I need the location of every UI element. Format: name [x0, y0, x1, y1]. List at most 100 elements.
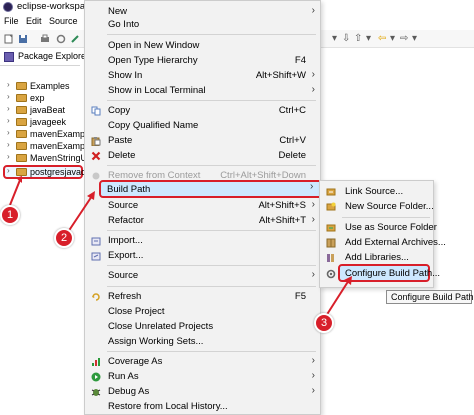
- tree-item[interactable]: › exp: [0, 92, 80, 104]
- pin-icon[interactable]: ▾: [332, 33, 337, 45]
- menu-item-delete[interactable]: Delete Delete: [85, 148, 320, 164]
- expand-icon[interactable]: ›: [7, 104, 10, 113]
- menu-item-run-as[interactable]: Run As ›: [85, 369, 320, 385]
- package-explorer-tab[interactable]: Package Explorer: [0, 48, 89, 66]
- menu-item-build-path[interactable]: Build Path: [99, 180, 329, 198]
- menu-item-copy[interactable]: Copy Ctrl+C: [85, 103, 320, 119]
- tree-item[interactable]: › mavenExample: [0, 140, 92, 152]
- menu-item-import[interactable]: Import...: [85, 233, 320, 249]
- project-icon: [16, 130, 27, 138]
- menu-item-label: Assign Working Sets...: [108, 336, 204, 347]
- menu-item-label: Build Path: [107, 184, 151, 195]
- project-icon: [16, 118, 27, 126]
- tree-item[interactable]: › MavenStringUt: [0, 152, 90, 164]
- menu-item-show-in-local-terminal[interactable]: Show in Local Terminal ›: [85, 83, 320, 99]
- editor-toolbar: ▾ ⇩ ⇧ ▾ ⇦ ▾ ⇨ ▾: [330, 30, 474, 48]
- new-icon[interactable]: [4, 34, 14, 44]
- menu-item-label: Source: [108, 200, 139, 211]
- menu-separator: [107, 165, 316, 166]
- menu-separator: [107, 34, 316, 35]
- menu-item-paste[interactable]: Paste Ctrl+V: [85, 133, 320, 149]
- menu-item-refactor[interactable]: Refactor Alt+Shift+T ›: [85, 213, 320, 229]
- menu-item-close-unrelated-projects[interactable]: Close Unrelated Projects: [85, 319, 320, 335]
- expand-icon[interactable]: ›: [7, 166, 10, 175]
- menu-source[interactable]: Source: [49, 16, 78, 26]
- external-archive-icon: [326, 238, 336, 248]
- tree-item[interactable]: › mavenExample: [0, 128, 92, 140]
- menu-item-assign-working-sets[interactable]: Assign Working Sets...: [85, 334, 320, 350]
- menu-item-debug-as[interactable]: Debug As ›: [85, 384, 320, 400]
- tree-item-selected[interactable]: › postgresjavaco: [0, 166, 91, 178]
- expand-icon[interactable]: ›: [7, 80, 10, 89]
- menu-item-coverage-as[interactable]: Coverage As ›: [85, 354, 320, 370]
- next-annotation-icon[interactable]: ⇩: [342, 33, 350, 45]
- submenu-item-add-external-archives[interactable]: Add External Archives...: [320, 235, 446, 251]
- save-icon[interactable]: [18, 34, 28, 44]
- project-icon: [16, 94, 27, 102]
- menu-edit[interactable]: Edit: [26, 16, 42, 26]
- editor-area: [321, 48, 474, 180]
- tree-item-label: postgresjavaco: [30, 167, 91, 177]
- menu-item-export[interactable]: Export...: [85, 248, 320, 264]
- submenu-item-new-source-folder[interactable]: New Source Folder...: [320, 199, 434, 215]
- tool-icon[interactable]: [70, 34, 80, 44]
- menu-file[interactable]: File: [4, 16, 19, 26]
- submenu-arrow-icon: ›: [311, 269, 315, 280]
- tree-item[interactable]: › javageek: [0, 116, 80, 128]
- submenu-item-label: Use as Source Folder: [345, 222, 437, 233]
- menu-item-label: Source: [108, 270, 139, 281]
- print-icon[interactable]: [40, 34, 50, 44]
- menu-item-source-2[interactable]: Source ›: [85, 268, 320, 284]
- expand-icon[interactable]: ›: [7, 116, 10, 125]
- settings-icon[interactable]: [56, 34, 66, 44]
- library-icon: [327, 254, 334, 262]
- tree-item-label: MavenStringUt: [30, 153, 90, 163]
- menu-item-restore-from-local-history[interactable]: Restore from Local History...: [85, 399, 320, 415]
- menu-item-open-in-new-window[interactable]: Open in New Window: [85, 38, 320, 54]
- menu-item-close-project[interactable]: Close Project: [85, 304, 320, 320]
- prev-annotation-icon[interactable]: ⇧: [354, 33, 362, 45]
- back-icon[interactable]: ⇦: [378, 33, 386, 45]
- menu-item-open-type-hierarchy[interactable]: Open Type Hierarchy F4: [85, 53, 320, 69]
- expand-icon[interactable]: ›: [7, 152, 10, 161]
- back-dropdown-icon[interactable]: ▾: [390, 33, 395, 45]
- expand-icon[interactable]: ›: [7, 128, 10, 137]
- menu-item-show-in[interactable]: Show In Alt+Shift+W ›: [85, 68, 320, 84]
- tree-item[interactable]: › Examples: [0, 80, 80, 92]
- annotation-dropdown-icon[interactable]: ▾: [366, 33, 371, 45]
- copy-icon: [91, 106, 101, 116]
- eclipse-icon: [3, 2, 13, 12]
- tree-item-label: javaBeat: [30, 105, 66, 115]
- source-folder-icon: [326, 224, 336, 232]
- submenu-arrow-icon: ›: [311, 5, 315, 16]
- debug-icon: [91, 389, 101, 396]
- submenu-arrow-icon: ›: [311, 355, 315, 366]
- tree-item[interactable]: › javaBeat: [0, 104, 80, 116]
- expand-icon[interactable]: ›: [7, 92, 10, 101]
- menu-shortcut: Alt+Shift+T: [259, 215, 306, 226]
- menu-separator: [107, 100, 316, 101]
- menu-item-label: Paste: [108, 135, 133, 146]
- menu-item-copy-qualified-name[interactable]: Copy Qualified Name: [85, 118, 320, 134]
- submenu-arrow-icon: ›: [311, 69, 315, 80]
- forward-icon[interactable]: ⇨: [400, 33, 408, 45]
- project-icon: [16, 142, 27, 150]
- submenu-item-configure-build-path[interactable]: Configure Build Path...: [326, 264, 440, 282]
- import-icon: [91, 237, 101, 246]
- expand-icon[interactable]: ›: [7, 140, 10, 149]
- submenu-arrow-icon: ›: [311, 199, 315, 210]
- menu-item-source[interactable]: Source Alt+Shift+S ›: [85, 198, 320, 214]
- tree-item-label: mavenExample: [30, 129, 93, 139]
- submenu-arrow-icon: ›: [311, 84, 315, 95]
- step-badge-2: 2: [54, 228, 74, 248]
- menu-item-go-into[interactable]: Go Into: [85, 17, 320, 33]
- submenu-item-use-as-source-folder[interactable]: Use as Source Folder: [320, 220, 437, 236]
- menu-item-label: Restore from Local History...: [108, 401, 228, 412]
- submenu-item-link-source[interactable]: Link Source...: [320, 184, 433, 200]
- forward-dropdown-icon[interactable]: ▾: [412, 33, 417, 45]
- menu-item-label: Show in Local Terminal: [108, 85, 206, 96]
- menu-item-label: Open Type Hierarchy: [108, 55, 198, 66]
- menu-item-refresh[interactable]: Refresh F5: [85, 289, 320, 305]
- menu-separator: [107, 286, 316, 287]
- menu-shortcut: F5: [294, 291, 306, 302]
